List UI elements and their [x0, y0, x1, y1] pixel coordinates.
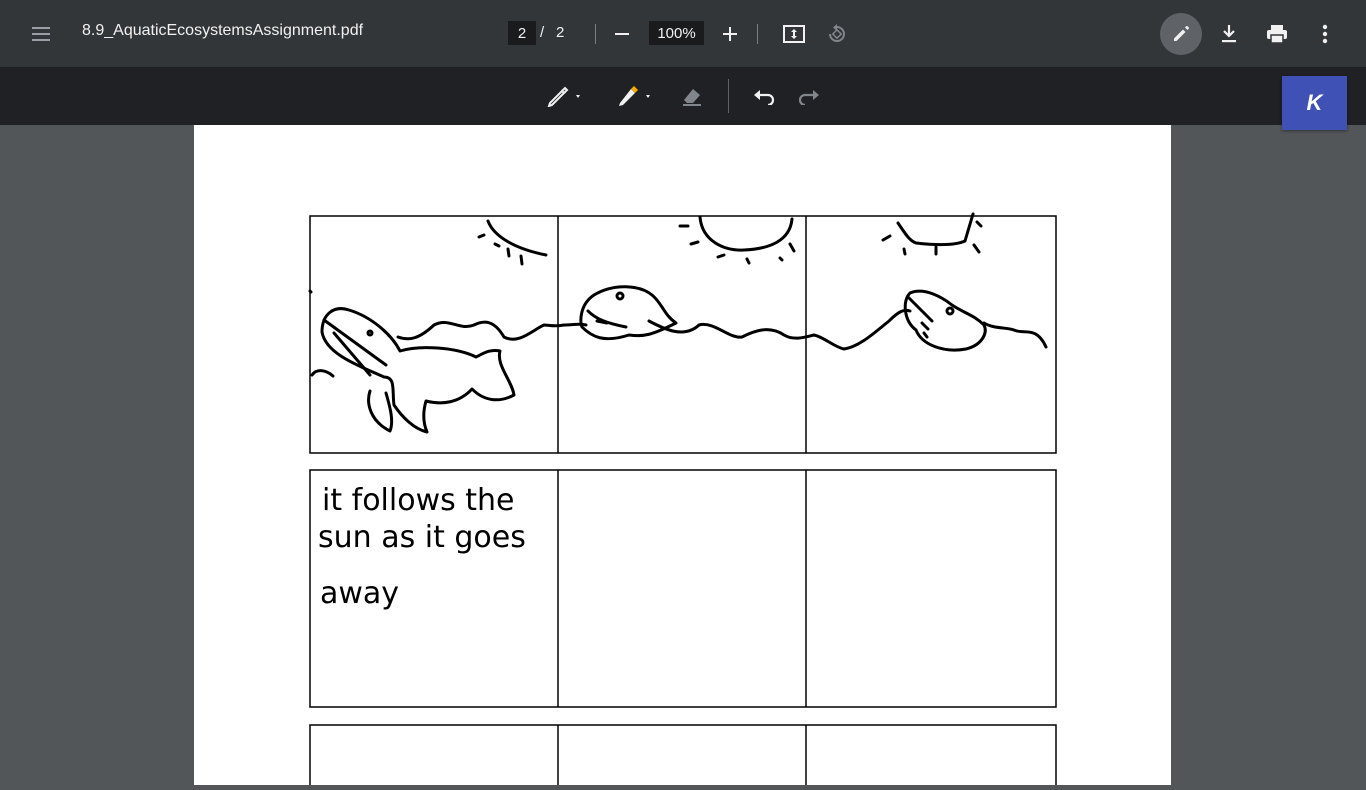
plus-icon	[723, 27, 737, 41]
zoom-out-button[interactable]	[602, 14, 642, 54]
highlighter-tool-button[interactable]	[610, 76, 658, 116]
toolbar-divider	[757, 24, 758, 44]
download-button[interactable]	[1209, 14, 1249, 54]
page-content[interactable]: it follows the sun as it goes away	[194, 125, 1171, 790]
minus-icon	[615, 33, 629, 35]
handwriting-line-2: sun as it goes	[318, 520, 526, 555]
pen-icon	[547, 86, 580, 107]
document-title: 8.9_AquaticEcosystemsAssignment.pdf	[82, 22, 364, 39]
fit-page-button[interactable]	[774, 14, 814, 54]
handwriting-line-3: away	[320, 576, 399, 611]
more-options-button[interactable]	[1305, 14, 1345, 54]
eraser-tool-button[interactable]	[672, 76, 712, 116]
zoom-input[interactable]: 100%	[649, 21, 704, 45]
total-pages: 2	[556, 24, 565, 41]
annotate-button[interactable]	[1160, 13, 1202, 55]
eraser-icon	[683, 89, 701, 106]
more-vert-icon	[1322, 24, 1328, 44]
handdrawn-sketch	[308, 212, 1048, 434]
annotation-toolbar	[0, 67, 1366, 125]
extension-button[interactable]: K	[1282, 76, 1347, 130]
download-icon	[1222, 25, 1236, 43]
current-page-input[interactable]: 2	[508, 21, 536, 45]
menu-icon[interactable]	[21, 14, 61, 54]
pdf-page: it follows the sun as it goes away	[194, 125, 1171, 790]
pencil-icon	[1174, 26, 1189, 41]
storyboard-row-3	[309, 724, 1057, 790]
toolbar-divider	[595, 24, 596, 44]
print-button[interactable]	[1257, 14, 1297, 54]
undo-icon	[754, 90, 775, 105]
fit-page-icon	[783, 25, 805, 43]
rotate-icon	[829, 24, 845, 42]
handwriting-line-1: it follows the	[322, 483, 515, 518]
print-icon	[1267, 25, 1287, 44]
zoom-in-button[interactable]	[710, 14, 750, 54]
pen-tool-button[interactable]	[540, 76, 588, 116]
rotate-button[interactable]	[817, 14, 857, 54]
annotation-divider	[728, 79, 729, 113]
redo-icon	[798, 90, 819, 105]
page-separator: /	[540, 24, 545, 41]
redo-button[interactable]	[788, 76, 828, 116]
extension-label: K	[1306, 90, 1323, 115]
undo-button[interactable]	[745, 76, 785, 116]
pdf-toolbar: 8.9_AquaticEcosystemsAssignment.pdf 2 / …	[0, 0, 1366, 67]
highlighter-icon	[619, 86, 650, 106]
handwritten-caption: it follows the sun as it goes away	[318, 483, 526, 611]
